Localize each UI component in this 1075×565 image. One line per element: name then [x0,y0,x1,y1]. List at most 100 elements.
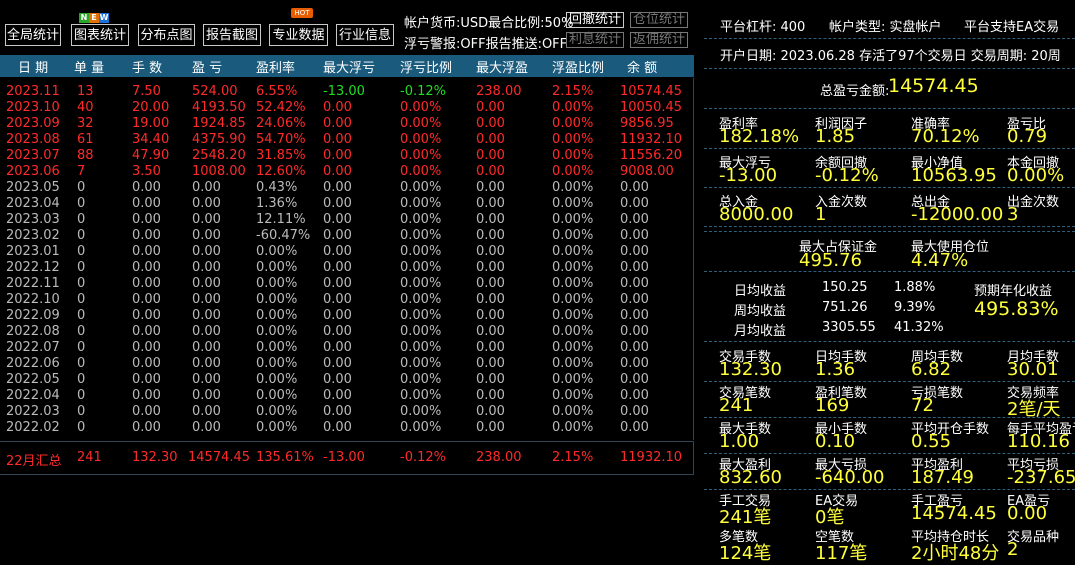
table-cell: 0 [77,420,86,435]
max-margin-value: 495.76 [799,250,862,271]
stat-value: 0.00 [1007,503,1048,524]
table-row[interactable]: 2022.04 0 0.00 0.00 0.00% 0.00 0.00% 0.00 0.00% 0… [0,388,694,404]
table-row[interactable]: 2023.01 0 0.00 0.00 0.00% 0.00 0.00% 0.00 0.00% 0… [0,244,694,260]
table-row[interactable]: 2022.09 0 0.00 0.00 0.00% 0.00 0.00% 0.00 0.00% 0… [0,308,694,324]
table-cell: 0 [77,292,86,307]
table-cell: 0.00 [476,212,505,227]
table-cell: 0.43% [256,180,298,195]
drawdown-stats-button[interactable]: 回撤统计 [566,12,625,28]
rebate-stats-button[interactable]: 返佣统计 [630,32,689,48]
table-row[interactable]: 2023.04 0 0.00 0.00 1.36% 0.00 0.00% 0.00 0.00% 0… [0,196,694,212]
summary-cell: 238.00 [476,450,522,465]
table-cell: 2022.11 [6,276,60,291]
table-row[interactable]: 2022.03 0 0.00 0.00 0.00% 0.00 0.00% 0.00 0.00% 0… [0,404,694,420]
summary-cell: -13.00 [323,450,365,465]
table-row[interactable]: 2023.02 0 0.00 0.00 -60.47% 0.00 0.00% 0.00 0.00… [0,228,694,244]
table-cell: 0 [77,324,86,339]
table-cell: 0 [77,196,86,211]
table-cell: 0.00 [323,116,352,131]
table-cell: 0.00% [256,356,298,371]
table-cell: 2022.09 [6,308,60,323]
table-cell: 0.00% [256,420,298,435]
table-cell: 0.00 [132,324,161,339]
ea-support: 平台支持EA交易 [964,20,1060,35]
table-cell: 0.00 [620,324,649,339]
table-row[interactable]: 2022.10 0 0.00 0.00 0.00% 0.00 0.00% 0.00 0.00% 0… [0,292,694,308]
table-cell: 61 [77,132,94,147]
table-cell: 0.00% [400,148,442,163]
table-cell: 12.60% [256,164,306,179]
table-row[interactable]: 2022.07 0 0.00 0.00 0.00% 0.00 0.00% 0.00 0.00% 0… [0,340,694,356]
toolbar: N E W HOT 全局统计 图表统计 分布点图 报告截图 专业数据 行业信息 … [0,0,696,53]
table-row[interactable]: 2022.06 0 0.00 0.00 0.00% 0.00 0.00% 0.00 0.00% 0… [0,356,694,372]
table-row[interactable]: 2023.08 61 34.40 4375.90 54.70% 0.00 0.00% 0.00… [0,132,694,148]
report-screenshot-button[interactable]: 报告截图 [203,24,261,46]
table-row[interactable]: 2023.11 13 7.50 524.00 6.55% -13.00 -0.12% 238.… [0,84,694,100]
table-row[interactable]: 2022.12 0 0.00 0.00 0.00% 0.00 0.00% 0.00 0.00% 0… [0,260,694,276]
stats-panel: 平台杠杆: 400 帐户类型: 实盘帐户 平台支持EA交易 开户日期: 2023… [704,0,1075,564]
table-cell: 0.00% [552,276,594,291]
table-cell: 0.00% [256,292,298,307]
table-cell: 0.00 [323,404,352,419]
position-stats-button[interactable]: 仓位统计 [630,12,689,28]
weekly-return-label: 周均收益 [734,304,787,319]
stat-value: 10563.95 [911,165,997,186]
stat-value: -12000.00 [911,204,1004,225]
interest-stats-button[interactable]: 利息统计 [566,32,625,48]
industry-info-button[interactable]: 行业信息 [336,24,394,46]
annual-return-value: 495.83% [974,298,1059,320]
hot-badge: HOT [291,8,313,18]
table-cell: 32 [77,116,94,131]
table-cell: 12.11% [256,212,306,227]
table-row[interactable]: 2023.05 0 0.00 0.00 0.43% 0.00 0.00% 0.00 0.00% 0… [0,180,694,196]
table-row[interactable]: 2022.05 0 0.00 0.00 0.00% 0.00 0.00% 0.00 0.00% 0… [0,372,694,388]
stat-value: 0.00% [1007,165,1065,186]
table-row[interactable]: 2022.02 0 0.00 0.00 0.00% 0.00 0.00% 0.00 0.00% 0… [0,420,694,436]
table-row[interactable]: 2023.06 7 3.50 1008.00 12.60% 0.00 0.00% 0.00 0.… [0,164,694,180]
table-cell: 0.00 [476,404,505,419]
monthly-return-pct: 41.32% [894,320,944,335]
table-cell: 0.00% [400,228,442,243]
table-cell: 0.00% [552,164,594,179]
stat-value: 1.85 [815,126,856,147]
distribution-plot-button[interactable]: 分布点图 [138,24,195,46]
table-cell: 0.00% [400,180,442,195]
table-cell: 524.00 [192,84,238,99]
table-cell: 0.00 [132,244,161,259]
table-row[interactable]: 2023.10 40 20.00 4193.50 52.42% 0.00 0.00% 0.00… [0,100,694,116]
table-cell: 88 [77,148,94,163]
table-row[interactable]: 2022.11 0 0.00 0.00 0.00% 0.00 0.00% 0.00 0.00% 0… [0,276,694,292]
header-float-loss-ratio: 浮亏比例 [400,61,453,76]
table-cell: 0.00 [620,196,649,211]
table-cell: 0.00 [476,340,505,355]
table-cell: 0.00 [620,180,649,195]
table-cell: 0.00 [620,340,649,355]
table-row[interactable]: 2023.09 32 19.00 1924.85 24.06% 0.00 0.00% 0.00… [0,116,694,132]
stat-value: 241 [719,395,754,416]
chart-stats-button[interactable]: 图表统计 [71,24,129,46]
table-cell: 0.00 [132,180,161,195]
table-cell: 20.00 [132,100,170,115]
table-row[interactable]: 2023.07 88 47.90 2548.20 31.85% 0.00 0.00% 0.00… [0,148,694,164]
table-cell: 0.00 [476,164,505,179]
table-cell: 0.00% [552,116,594,131]
table-cell: 2023.09 [6,116,60,131]
table-row[interactable]: 2023.03 0 0.00 0.00 12.11% 0.00 0.00% 0.00 0.00%… [0,212,694,228]
stat-value: 1 [815,204,827,225]
pro-data-button[interactable]: 专业数据 [269,24,328,46]
divider [704,108,1075,109]
stat-value: 30.01 [1007,359,1059,380]
table-row[interactable]: 2022.08 0 0.00 0.00 0.00% 0.00 0.00% 0.00 0.00% 0… [0,324,694,340]
global-stats-button[interactable]: 全局统计 [5,24,61,46]
table-cell: 0.00% [552,388,594,403]
stat-value: 72 [911,395,934,416]
table-cell: 2548.20 [192,148,246,163]
table-cell: 0.00% [400,372,442,387]
table-cell: 0.00% [552,244,594,259]
table-cell: 0.00 [132,276,161,291]
table-cell: 2023.08 [6,132,60,147]
table-cell: 0 [77,308,86,323]
table-cell: 2023.01 [6,244,60,259]
stat-value: 14574.45 [911,503,997,524]
stat-value: 187.49 [911,467,974,488]
